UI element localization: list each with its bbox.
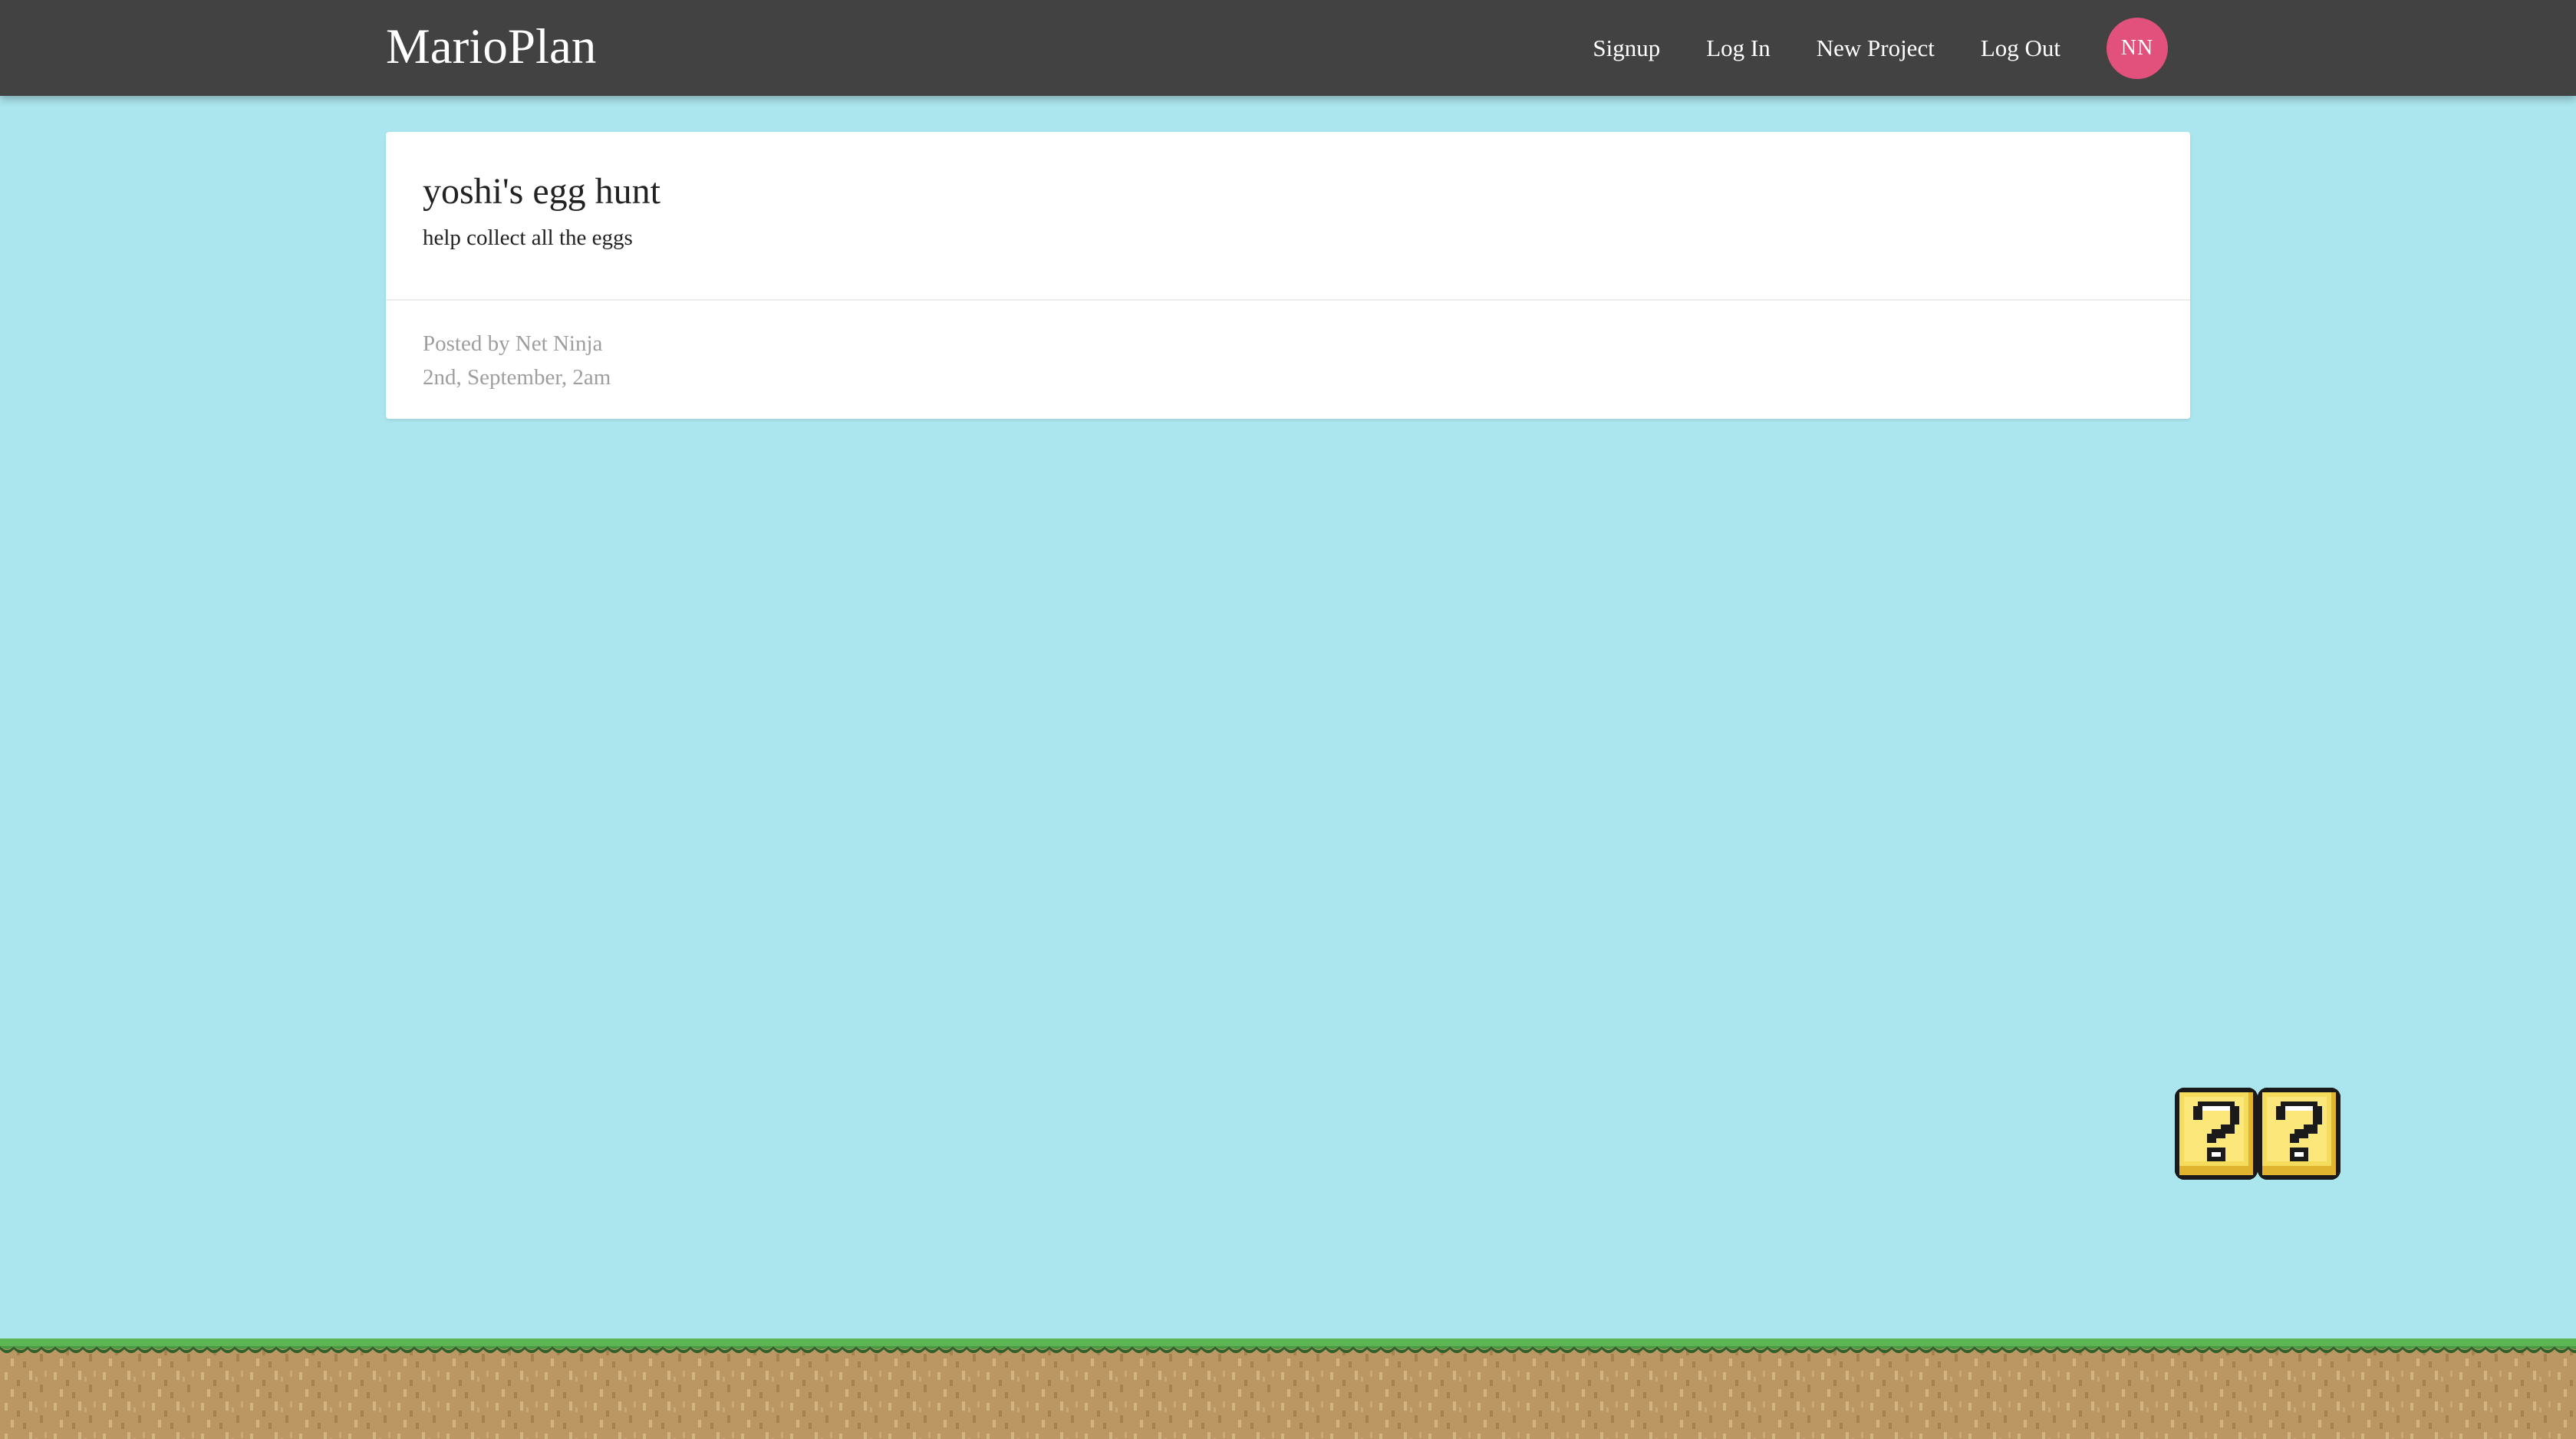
- navbar: MarioPlan Signup Log In New Project Log …: [0, 0, 2576, 96]
- login-link[interactable]: Log In: [1706, 33, 1771, 64]
- card-content: yoshi's egg hunt help collect all the eg…: [386, 132, 2190, 301]
- nav-item-signup: Signup: [1593, 33, 1660, 64]
- grass-ground: [0, 1339, 2576, 1439]
- avatar[interactable]: NN: [2107, 17, 2168, 79]
- project-author: Posted by Net Ninja: [423, 331, 603, 356]
- question-block-icon: [2175, 1088, 2258, 1180]
- nav-item-new-project: New Project: [1817, 33, 1935, 64]
- question-blocks: [2175, 1088, 2340, 1180]
- brand-logo[interactable]: MarioPlan: [386, 12, 596, 81]
- question-block-icon: [2258, 1088, 2340, 1180]
- nav-item-logout: Log Out: [1981, 33, 2060, 64]
- project-title: yoshi's egg hunt: [423, 171, 660, 212]
- new-project-link[interactable]: New Project: [1817, 33, 1935, 64]
- project-date: 2nd, September, 2am: [423, 365, 611, 390]
- logout-link[interactable]: Log Out: [1981, 33, 2060, 64]
- nav-item-login: Log In: [1706, 33, 1771, 64]
- nav-links: Signup Log In New Project Log Out NN: [1593, 0, 2168, 96]
- signup-link[interactable]: Signup: [1593, 33, 1660, 64]
- project-details-card: yoshi's egg hunt help collect all the eg…: [386, 132, 2190, 419]
- card-footer: Posted by Net Ninja 2nd, September, 2am: [386, 301, 2190, 394]
- nav-item-avatar: NN: [2107, 17, 2168, 79]
- project-content: help collect all the eggs: [423, 226, 633, 250]
